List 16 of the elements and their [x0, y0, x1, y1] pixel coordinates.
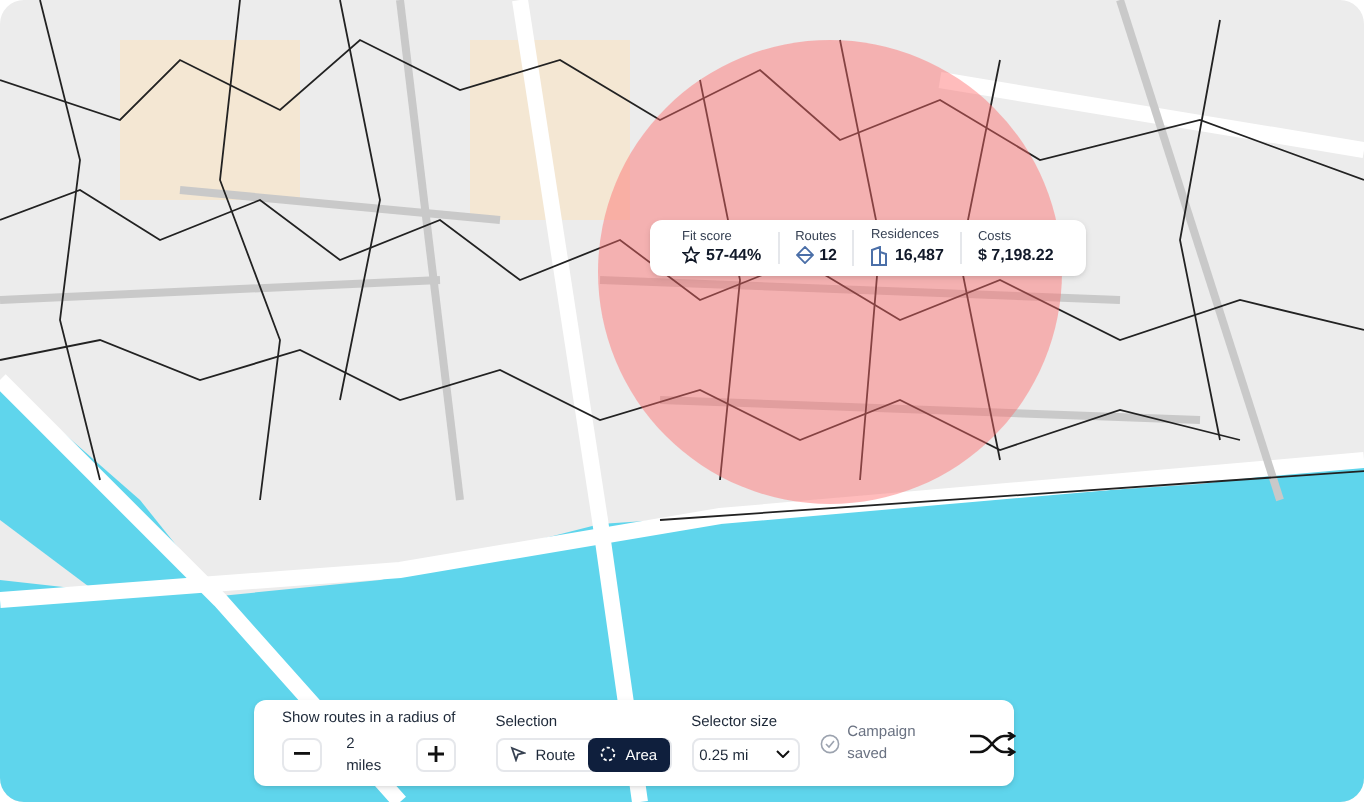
dashed-circle-icon — [599, 746, 616, 763]
stat-value: 12 — [819, 247, 837, 264]
cursor-icon — [509, 746, 526, 763]
route-icon — [795, 246, 814, 265]
chevron-down-icon — [775, 750, 790, 759]
shuffle-icon — [967, 731, 1016, 755]
building-icon — [870, 245, 889, 266]
decrease-button[interactable] — [282, 737, 323, 772]
stat-value: $ 7,198.22 — [977, 247, 1054, 264]
increase-button[interactable] — [415, 737, 456, 772]
stat-value: 16,487 — [894, 247, 944, 264]
star-icon — [682, 246, 700, 265]
stat-value: 57-44% — [706, 247, 762, 264]
check-circle-icon — [819, 733, 840, 753]
minus-icon — [294, 752, 311, 757]
plus-icon — [427, 746, 444, 763]
